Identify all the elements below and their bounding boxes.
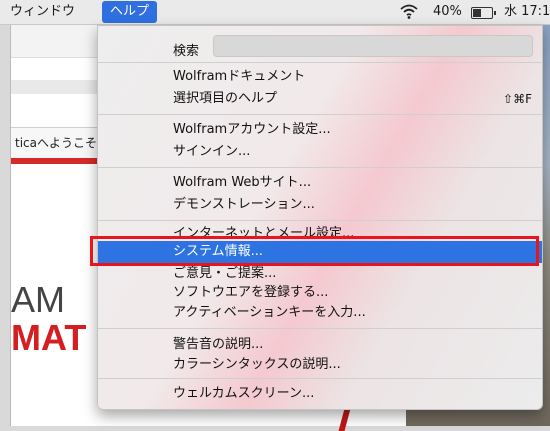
- menu-bar: ウィンドウ ヘルプ 40% 水 17:19: [0, 0, 550, 25]
- menu-separator: [98, 220, 542, 221]
- menu-item-selection-help[interactable]: 選択項目のヘルプ: [173, 88, 277, 110]
- menubar-clock[interactable]: 水 17:19: [504, 0, 550, 24]
- menu-search-input[interactable]: [213, 35, 533, 57]
- battery-level: [473, 9, 481, 17]
- menu-item-syntax-coloring[interactable]: カラーシンタックスの説明...: [173, 354, 341, 376]
- menu-separator: [98, 62, 542, 63]
- welcome-text-line2: MAT: [11, 317, 87, 358]
- menu-item-register-software[interactable]: ソフトウエアを登録する...: [173, 282, 328, 304]
- menu-separator: [98, 167, 542, 168]
- welcome-text-line1: AM: [11, 279, 65, 320]
- wifi-icon[interactable]: [400, 4, 418, 20]
- menu-item-wolfram-website[interactable]: Wolfram Webサイト...: [173, 172, 311, 194]
- menubar-item-help[interactable]: ヘルプ: [102, 1, 158, 23]
- menu-separator: [98, 328, 542, 329]
- annotation-highlight-box: [90, 236, 539, 266]
- menu-search-label: 検索: [173, 44, 200, 59]
- help-menu: 検索 Wolframドキュメント 選択項目のヘルプ ⇧⌘F Wolframアカウ…: [97, 25, 543, 410]
- shortcut-selection-help: ⇧⌘F: [503, 92, 532, 106]
- menu-item-account-settings[interactable]: Wolframアカウント設定...: [173, 119, 331, 141]
- menu-item-demonstrations[interactable]: デモンストレーション...: [173, 194, 315, 216]
- menu-item-wolfram-documentation[interactable]: Wolframドキュメント: [173, 66, 305, 88]
- battery-percent[interactable]: 40%: [433, 0, 462, 24]
- menu-item-sign-in[interactable]: サインイン...: [173, 141, 250, 163]
- menu-item-alert-sounds[interactable]: 警告音の説明...: [173, 334, 263, 356]
- menu-item-enter-activation-key[interactable]: アクティベーションキーを入力...: [173, 302, 366, 324]
- battery-icon[interactable]: [471, 7, 496, 19]
- menu-item-welcome-screen[interactable]: ウェルカムスクリーン...: [173, 383, 314, 405]
- menubar-item-window[interactable]: ウィンドウ: [2, 0, 83, 24]
- menu-separator: [98, 378, 542, 379]
- menu-separator: [98, 114, 542, 115]
